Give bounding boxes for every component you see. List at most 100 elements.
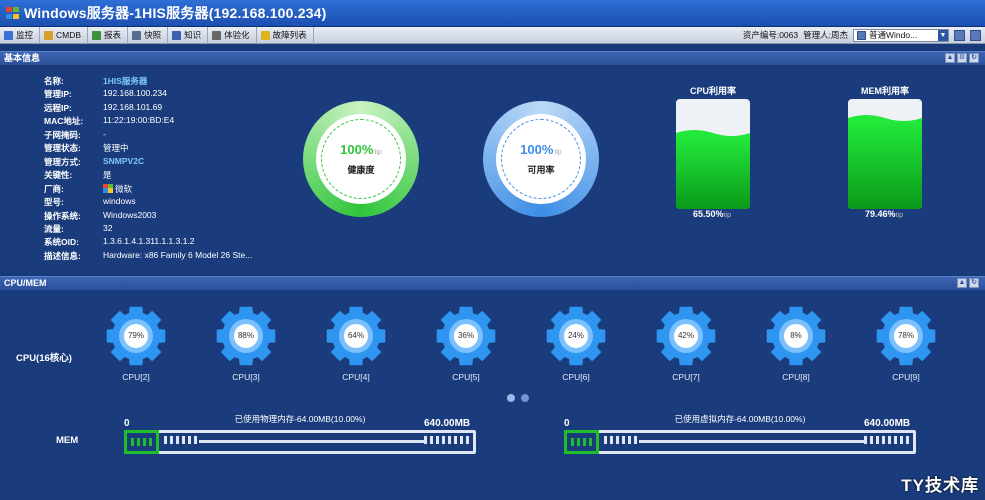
cpu-core-name: CPU[2] [122, 372, 150, 382]
settings-icon[interactable] [970, 29, 981, 41]
health-value: 100% [340, 142, 374, 157]
collapse-icon[interactable]: ▲ [945, 53, 955, 63]
info-value: 管理中 [103, 143, 129, 154]
toolbar-item-label: 报表 [104, 30, 122, 40]
toolbar-item[interactable]: 快照 [128, 26, 169, 44]
info-label: 名称: [44, 76, 64, 86]
physical-mem-bar [124, 428, 476, 454]
cpu-core-name: CPU[3] [232, 372, 260, 382]
info-label: 管理IP: [44, 89, 72, 100]
usage-fill [848, 121, 922, 209]
info-label: 远程IP: [44, 102, 72, 113]
info-value: 32 [103, 222, 113, 233]
info-label: 子网掩码: [44, 129, 81, 140]
cpu-core-name: CPU[9] [892, 372, 920, 382]
pager-dot[interactable] [521, 394, 529, 402]
cpu-core-gear: 8% [765, 305, 827, 367]
cmdb-icon [44, 30, 54, 40]
warning-icon [260, 30, 270, 40]
toolbar-item-label: 知识 [184, 30, 202, 40]
pager-dot[interactable] [507, 394, 515, 402]
view-select[interactable]: 普通Windo... ▼ [853, 28, 949, 42]
info-value: 192.168.100.234 [103, 88, 167, 99]
info-label: 操作系统: [44, 210, 81, 221]
toolbar-item[interactable]: 故障列表 [257, 26, 314, 44]
cpu-core-gear: 64% [325, 305, 387, 367]
cpu-usage-tank [676, 99, 750, 209]
cpu-core-name: CPU[5] [452, 372, 480, 382]
info-label: 管理方式: [44, 156, 81, 167]
chevron-down-icon[interactable]: ▼ [938, 29, 948, 41]
cpu-core-gear: 36% [435, 305, 497, 367]
window-titlebar: Windows服务器-1HIS服务器(192.168.100.234) [0, 0, 985, 27]
settings-icon[interactable]: ⚙ [957, 53, 967, 63]
info-value: - [103, 128, 106, 139]
collapse-icon[interactable]: ▲ [957, 278, 967, 288]
info-value: Hardware: x86 Family 6 Model 26 Ste... [103, 249, 253, 260]
view-select-value: 普通Windo... [869, 30, 918, 40]
windows-logo-icon [6, 7, 20, 19]
toolbar-item[interactable]: 监控 [0, 26, 41, 44]
info-label: 型号: [44, 197, 64, 208]
basic-info-title: 基本信息 [4, 53, 41, 63]
cpu-core-value: 79% [124, 324, 148, 348]
mem-usage-title: MEM利用率 [861, 86, 909, 96]
info-value: 192.168.101.69 [103, 101, 163, 112]
availability-ring: 100%tip 可用率 [483, 101, 599, 217]
cpu-core-name: CPU[6] [562, 372, 590, 382]
cpu-core-name: CPU[8] [782, 372, 810, 382]
cpu-core-gear: 78% [875, 305, 937, 367]
cpu-group-label: CPU(16核心) [16, 353, 72, 364]
snapshot-icon [132, 30, 142, 40]
monitor-icon [4, 30, 13, 40]
cpu-core-value: 36% [454, 324, 478, 348]
toolbar-item[interactable]: CMDB [40, 26, 89, 44]
info-value: Windows2003 [103, 209, 157, 220]
report-icon [92, 30, 102, 40]
wave-shape [848, 114, 922, 124]
mem-bar-used [124, 430, 160, 454]
refresh-icon[interactable]: ↻ [969, 53, 979, 63]
toolbar-item[interactable]: 报表 [88, 26, 129, 44]
cpumem-title: CPU/MEM [4, 278, 47, 288]
view-icon [857, 30, 866, 40]
toolbar-item[interactable]: 体验化 [208, 26, 257, 44]
cpu-core-gear: 79% [105, 305, 167, 367]
cpu-core-gear: 24% [545, 305, 607, 367]
cpumem-header: CPU/MEM ▲ ↻ [0, 276, 985, 291]
cpu-usage-title: CPU利用率 [689, 86, 736, 96]
health-label: 健康度 [347, 165, 375, 175]
knowledge-icon [172, 30, 182, 40]
info-label: 系统OID: [44, 237, 79, 248]
toolbar-item[interactable]: 知识 [168, 26, 209, 44]
toolbar-item-label: 故障列表 [272, 30, 307, 40]
info-label: 描述信息: [44, 250, 81, 261]
cpu-core-value: 42% [674, 324, 698, 348]
info-label: 关键性: [44, 170, 73, 181]
basic-info-header: 基本信息 ▲ ⚙ ↻ [0, 51, 985, 66]
info-value: windows [103, 196, 136, 207]
toolbar-item-label: 监控 [16, 30, 34, 40]
info-value: 11:22:19:00:BD:E4 [103, 115, 175, 126]
cpu-core-value: 88% [234, 324, 258, 348]
export-icon[interactable] [954, 29, 965, 41]
manager-name: 管理人:周杰 [803, 30, 848, 40]
mem-bar-used [564, 430, 600, 454]
info-value[interactable]: SNMPV2C [103, 156, 144, 166]
refresh-icon[interactable]: ↻ [969, 278, 979, 288]
availability-value: 100% [520, 142, 554, 157]
availability-label: 可用率 [527, 165, 555, 175]
wave-shape [676, 129, 750, 139]
pager-dots [507, 394, 529, 402]
cpu-core-gear: 88% [215, 305, 277, 367]
window-title: Windows服务器-1HIS服务器(192.168.100.234) [24, 5, 327, 21]
mem-usage-tank [848, 99, 922, 209]
mem-label: MEM [56, 435, 79, 446]
toolbar-item-label: CMDB [56, 30, 82, 40]
info-label: 厂商: [44, 183, 64, 194]
watermark: TY技术库 [901, 476, 979, 495]
toolbar-item-label: 体验化 [224, 30, 250, 40]
experience-icon [212, 30, 222, 40]
info-label: MAC地址: [44, 116, 84, 127]
info-value[interactable]: 1HIS服务器 [103, 76, 147, 86]
